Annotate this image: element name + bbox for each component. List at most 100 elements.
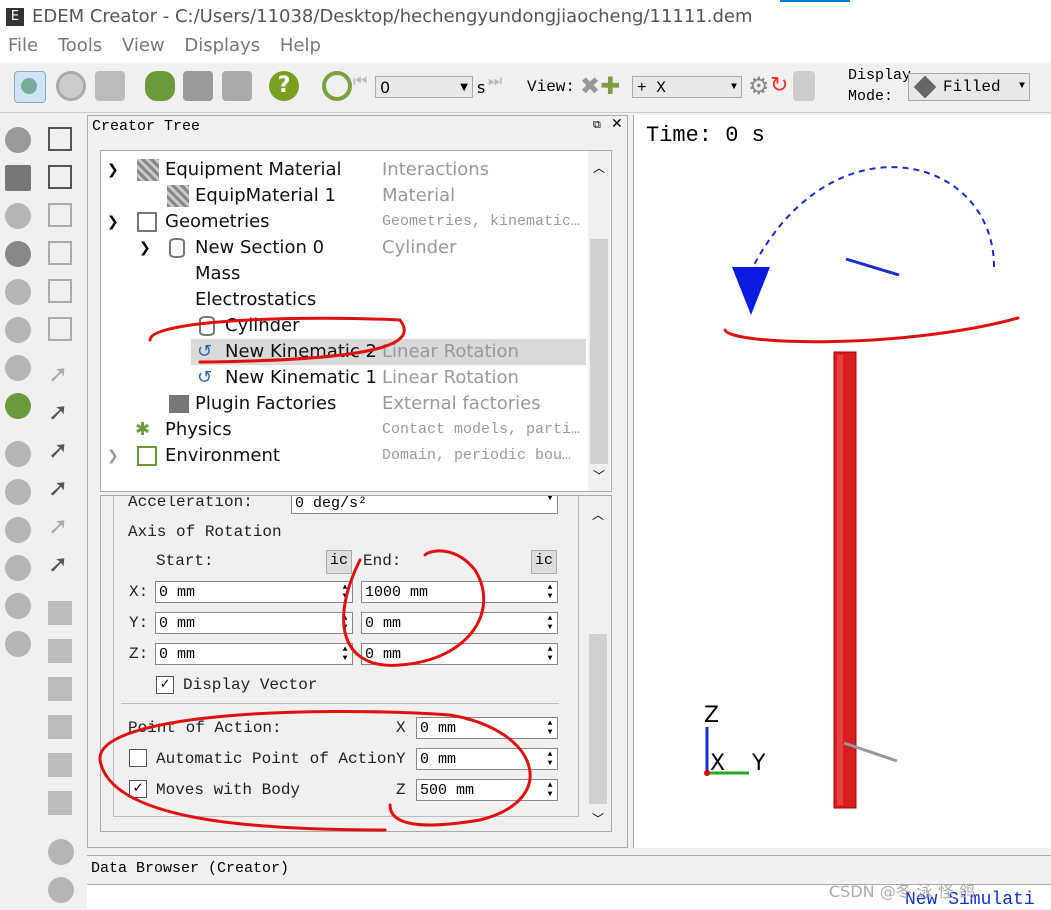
add-kinematic-icon[interactable]: ➚ [48,360,68,388]
open-folder-icon[interactable] [183,71,213,101]
environment-icon [137,446,157,466]
menu-help[interactable]: Help [280,35,321,56]
particle-edit-icon[interactable] [5,279,31,305]
factory-order-icon[interactable] [48,791,72,815]
merge-geometry-icon[interactable] [48,317,72,341]
stopwatch-icon[interactable] [322,71,352,101]
import-geometry-icon[interactable] [48,165,72,189]
cube-icon [913,75,937,99]
material-icon [137,159,159,181]
poa-z-field[interactable]: 500 mm ▲ ▼ [416,779,558,801]
display-vector-checkbox[interactable]: ✓ [156,676,174,694]
add-template-icon[interactable] [5,441,31,467]
3d-viewport[interactable]: Time: 0 s Z X Y [633,115,1051,848]
analyst-mode-button[interactable] [95,71,125,101]
step-back-icon[interactable]: ⏮ [353,71,373,101]
end-ic-button[interactable]: ic [531,550,557,574]
delete-template-icon[interactable] [5,631,31,657]
tree-row-equipmaterial-1[interactable]: EquipMaterial 1 Material [107,183,587,209]
tree-row-cylinder[interactable]: Cylinder [107,313,587,339]
view-select[interactable]: + X ▼ [632,76,742,98]
particle-delete-icon[interactable] [5,355,31,381]
edit-geometry-icon[interactable] [48,203,72,227]
end-x-field[interactable]: 1000 mm ▲ ▼ [361,581,558,603]
poa-x-label: X [396,719,406,737]
tree-row-physics[interactable]: ✱ Physics Contact models, parti… [107,417,587,443]
display-mode-select[interactable]: Filled ▼ [908,73,1030,101]
add-factory-icon[interactable] [48,601,72,625]
float-panel-icon[interactable]: ⧉ [593,118,601,132]
step-forward-icon[interactable]: ⏭ [488,71,510,101]
end-y-field[interactable]: 0 mm ▲ ▼ [361,612,558,634]
copy-geometry-icon[interactable] [48,241,72,265]
delete-factory-icon[interactable] [48,715,72,739]
copy-template-icon[interactable] [5,593,31,619]
factory-move-icon[interactable] [48,753,72,777]
tree-row-plugin-factories[interactable]: Plugin Factories External factories [107,391,587,417]
tree-row-new-section-0[interactable]: ❯ New Section 0 Cylinder [107,235,587,261]
tree-scrollbar[interactable]: ︿ ﹀ [588,151,610,491]
poa-y-label: Y [396,750,406,768]
material-icon [167,185,189,207]
add-geometry-icon[interactable] [48,127,72,151]
start-x-field[interactable]: 0 mm ▲ ▼ [155,581,353,603]
particle-icon[interactable] [145,71,175,101]
simulator-mode-button[interactable] [56,71,86,101]
edit-particle-icon[interactable] [5,203,31,229]
import-template-icon[interactable] [5,479,31,505]
moves-with-body-checkbox[interactable]: ✓ [129,780,147,798]
save-icon[interactable] [222,71,252,101]
tree-row-geometries[interactable]: ❯ Geometries Geometries, kinematic… [107,209,587,235]
delete-geometry-icon[interactable] [48,279,72,303]
cylinder-icon [199,316,215,336]
close-panel-icon[interactable]: ✕ [611,116,623,132]
help-icon[interactable]: ? [269,71,299,101]
tree-row-new-kinematic-2[interactable]: ↺ New Kinematic 2 Linear Rotation [107,339,587,365]
end-z-field[interactable]: 0 mm ▲ ▼ [361,643,558,665]
add-material-icon[interactable] [5,165,31,191]
menu-displays[interactable]: Displays [184,35,260,56]
automatic-point-checkbox[interactable] [129,749,147,767]
menu-view[interactable]: View [122,35,165,56]
wand-icon[interactable] [5,393,31,419]
scene [704,166,995,809]
view-axes-icon[interactable]: ✖✚ [580,71,626,101]
copy-kinematic-icon[interactable]: ➚ [48,436,68,464]
acceleration-field[interactable]: 0 deg/s² ▼ [291,496,558,514]
particle-copy-icon[interactable] [5,317,31,343]
edit-factory-icon[interactable] [48,639,72,663]
add-contact-icon[interactable] [48,839,74,865]
export-template-icon[interactable] [5,517,31,543]
kinematic-up-icon[interactable]: ➚ [48,512,68,540]
automatic-point-label: Automatic Point of Action [156,750,397,768]
title-bar: E EDEM Creator - C:/Users/11038/Desktop/… [0,0,1051,35]
poa-y-field[interactable]: 0 mm ▲ ▼ [416,748,558,770]
copy-factory-icon[interactable] [48,677,72,701]
edit-template-icon[interactable] [5,555,31,581]
add-particle-icon[interactable] [5,127,31,153]
kinematic-down-icon[interactable]: ➚ [48,550,68,578]
tree-row-equipment-material[interactable]: ❯ Equipment Material Interactions [107,157,587,183]
tree-row-mass[interactable]: Mass [107,261,587,287]
delete-kinematic-icon[interactable]: ➚ [48,474,68,502]
eraser-icon[interactable] [793,71,815,101]
menu-tools[interactable]: Tools [58,35,102,56]
import-particle-icon[interactable] [5,241,31,267]
time-select[interactable]: 0 ▼ [375,76,473,98]
reset-view-icon[interactable]: ↻ [770,71,792,101]
edit-kinematic-icon[interactable]: ➚ [48,398,68,426]
tree-row-electrostatics[interactable]: Electrostatics [107,287,587,313]
settings-gear-icon[interactable]: ⚙ [748,71,770,101]
tree-row-new-kinematic-1[interactable]: ↺ New Kinematic 1 Linear Rotation [107,365,587,391]
poa-x-field[interactable]: 0 mm ▲ ▼ [416,717,558,739]
creator-mode-button[interactable] [14,71,46,103]
menu-file[interactable]: File [8,35,38,56]
remove-contact-icon[interactable] [48,877,74,903]
rotation-arc [753,166,995,268]
tree-row-environment[interactable]: ❯ Environment Domain, periodic bou… [107,443,587,469]
properties-scrollbar[interactable]: ︿ ﹀ [587,496,609,831]
start-ic-button[interactable]: ic [326,550,352,574]
creator-tree: ❯ Equipment Material Interactions EquipMat… [100,150,612,492]
start-y-field[interactable]: 0 mm ▲ ▼ [155,612,353,634]
start-z-field[interactable]: 0 mm ▲ ▼ [155,643,353,665]
